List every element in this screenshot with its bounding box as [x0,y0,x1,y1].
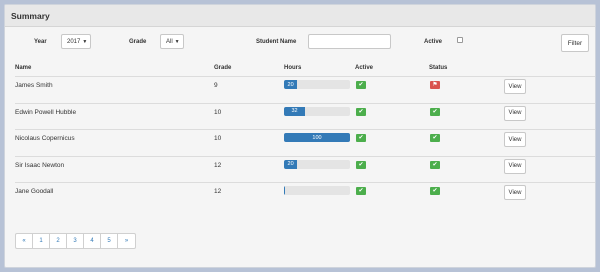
check-icon: ✔ [430,134,440,142]
filter-button[interactable]: Filter [561,34,589,52]
student-name-input[interactable] [308,34,391,49]
check-icon: ✔ [430,160,440,169]
pagination: « 1 2 3 4 5 » [15,233,136,249]
student-name: James Smith [15,82,53,89]
hours-progress-fill: 100 [284,133,350,142]
student-name: Nicolaus Copernicus [15,135,75,142]
check-icon: ✔ [356,134,366,142]
grade-label: Grade [129,39,147,45]
active-checkbox[interactable] [457,37,463,43]
hours-progress-fill: 20 [284,80,298,89]
hours-value: 32 [291,108,298,114]
summary-panel: Summary Year 2017 ▼ Grade All ▼ Student … [4,4,596,268]
check-icon: ✔ [356,187,366,195]
active-label: Active [424,39,443,45]
column-header-grade: Grade [214,65,232,71]
check-icon: ✔ [356,81,366,89]
column-header-hours: Hours [284,65,302,71]
pagination-page[interactable]: 2 [50,234,67,248]
row-divider [15,102,595,104]
row-divider [15,129,595,130]
pagination-page[interactable]: 3 [67,234,84,248]
pagination-next[interactable]: » [118,234,135,248]
hours-progress-bar: 20 [284,80,350,89]
student-name: Jane Goodall [15,188,54,195]
pagination-page[interactable]: 5 [101,234,118,248]
column-header-active: Active [355,65,374,71]
row-divider [15,182,595,183]
check-icon: ✔ [430,107,440,116]
column-header-name: Name [15,65,32,71]
row-divider [15,155,595,157]
student-grade: 12 [214,161,222,169]
student-grade: 12 [214,188,222,195]
hours-value: 20 [287,81,294,88]
hours-value: 100 [312,134,322,141]
view-button[interactable]: View [504,158,526,174]
hours-progress-bar [284,186,350,195]
student-grade: 10 [214,135,222,142]
hours-progress-bar: 100 [284,133,350,142]
hours-progress-bar: 20 [284,159,350,169]
student-name: Sir Isaac Newton [15,161,65,169]
hours-progress-fill: 20 [284,159,298,169]
row-divider [15,76,595,77]
column-header-status: Status [429,65,448,71]
pagination-page[interactable]: 1 [33,234,50,248]
flag-icon: ⚑ [430,81,440,89]
student-name: Edwin Powell Hubble [15,108,77,116]
hours-progress-fill: 32 [284,106,306,116]
view-button[interactable]: View [504,185,526,200]
year-label: Year [34,39,47,45]
chevron-down-icon: ▼ [174,38,180,45]
year-select[interactable]: 2017 ▼ [61,34,91,49]
view-button[interactable]: View [504,105,526,121]
student-grade: 10 [214,108,222,116]
chevron-down-icon: ▼ [82,38,88,45]
check-icon: ✔ [356,107,366,116]
check-icon: ✔ [430,187,440,195]
student-name-label: Student Name [256,39,297,45]
view-button[interactable]: View [504,132,526,147]
hours-progress-fill [284,186,286,195]
pagination-page[interactable]: 4 [84,234,101,248]
grade-select-value: All [166,38,173,45]
check-icon: ✔ [356,160,366,169]
year-select-value: 2017 [67,38,81,45]
pagination-prev[interactable]: « [16,234,33,248]
view-button[interactable]: View [504,79,526,94]
student-grade: 9 [214,82,218,89]
panel-title: Summary [5,5,595,27]
hours-progress-bar: 32 [284,106,350,116]
grade-select[interactable]: All ▼ [160,34,184,49]
hours-value: 20 [287,161,294,167]
